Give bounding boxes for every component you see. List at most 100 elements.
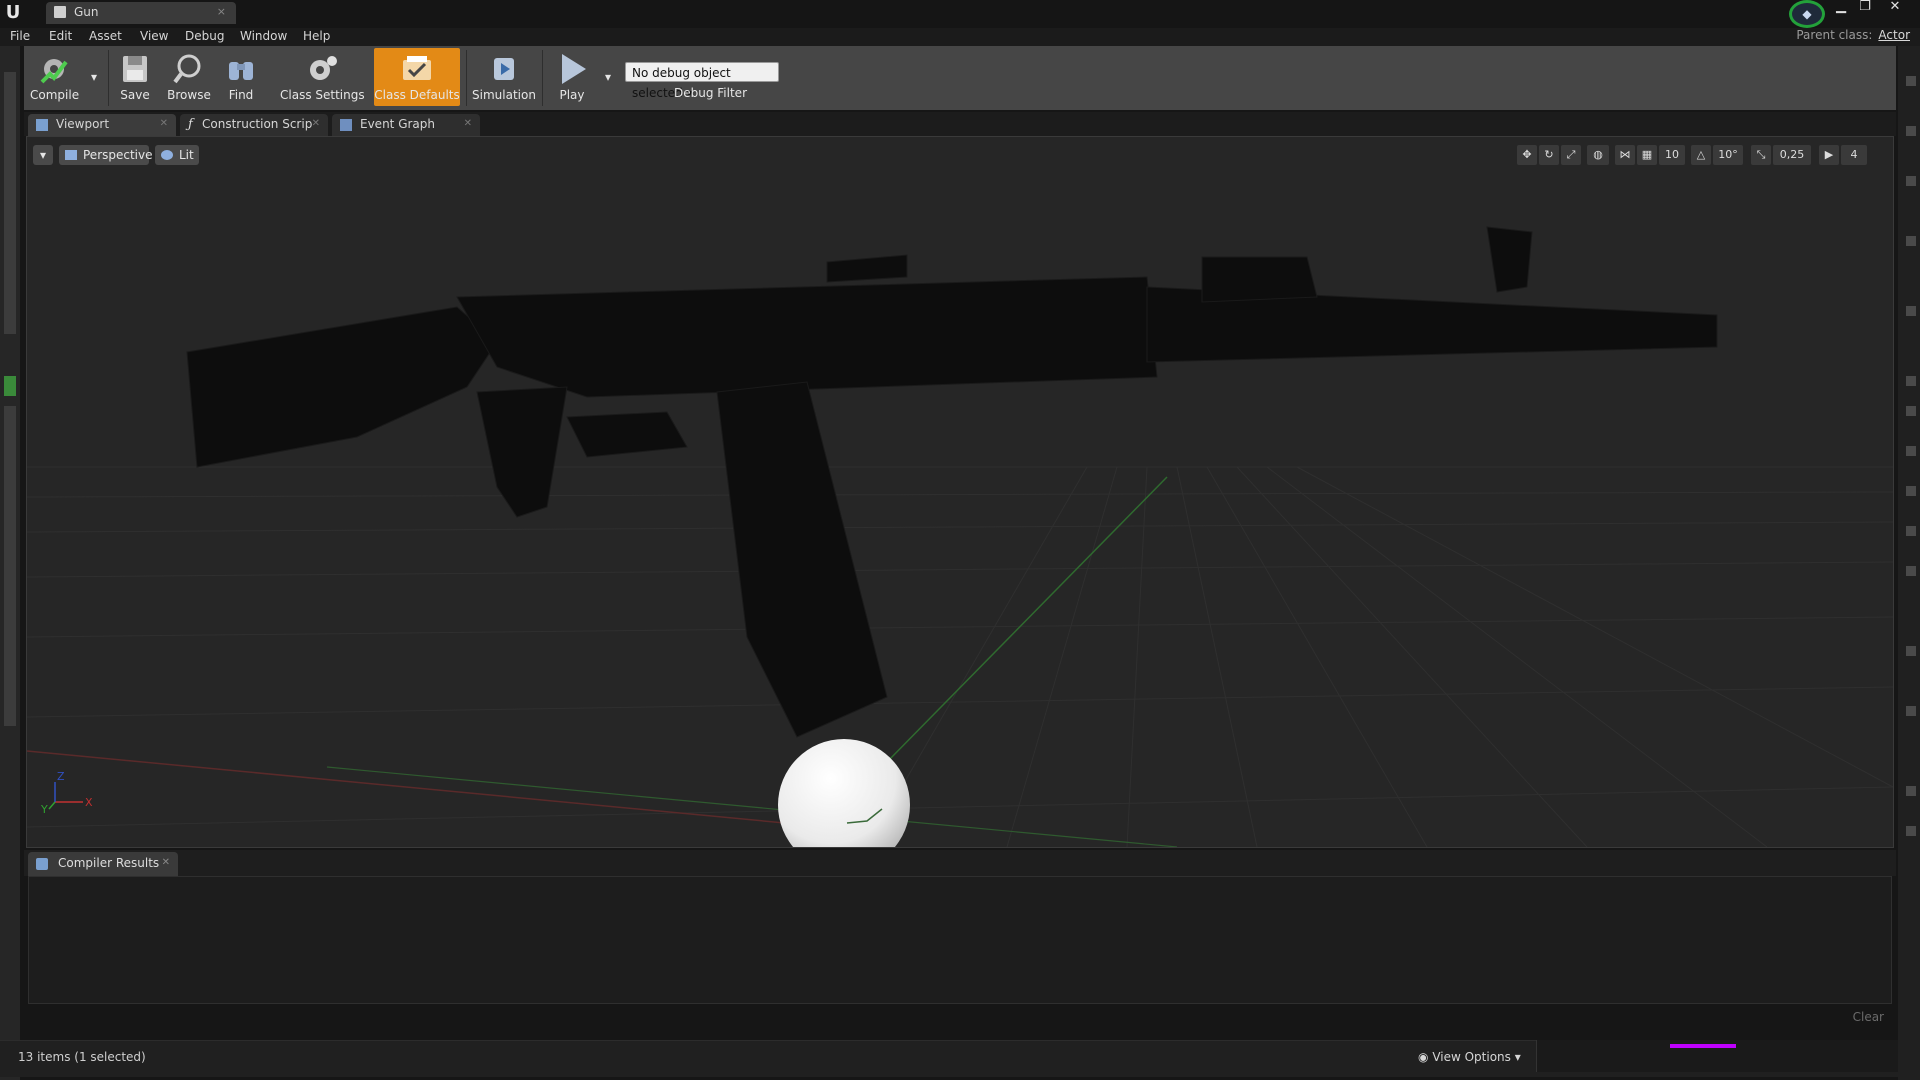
save-button[interactable]: Save bbox=[114, 48, 156, 106]
eye-icon: ◉ bbox=[1418, 1050, 1429, 1064]
details-checkbox[interactable] bbox=[1906, 786, 1916, 796]
camera-speed-icon[interactable]: ▶ bbox=[1819, 145, 1839, 165]
world-local-icon[interactable]: ◍ bbox=[1587, 145, 1609, 165]
view-options-button[interactable]: ◉ View Options ▾ bbox=[1418, 1050, 1521, 1064]
minimize-button[interactable]: ▁ bbox=[1828, 0, 1854, 16]
play-label: Play bbox=[559, 88, 585, 102]
details-checkbox[interactable] bbox=[1906, 126, 1916, 136]
tab-viewport-label: Viewport bbox=[56, 117, 110, 131]
axis-x-label: X bbox=[85, 796, 93, 809]
surface-snap-icon[interactable]: ⋈ bbox=[1615, 145, 1635, 165]
my-blueprint-panel-collapsed[interactable] bbox=[4, 406, 16, 726]
details-checkbox[interactable] bbox=[1906, 306, 1916, 316]
tab-construction-script[interactable]: ƒ Construction Scrip ✕ bbox=[180, 114, 328, 136]
details-checkbox[interactable] bbox=[1906, 406, 1916, 416]
details-checkbox[interactable] bbox=[1906, 706, 1916, 716]
close-tab-icon[interactable]: ✕ bbox=[464, 118, 472, 129]
search-icon[interactable] bbox=[1906, 76, 1916, 86]
close-window-button[interactable]: ✕ bbox=[1882, 0, 1908, 16]
find-button[interactable]: Find bbox=[220, 48, 262, 106]
compiler-results-label: Compiler Results bbox=[58, 856, 160, 870]
results-tab-row bbox=[24, 850, 1896, 876]
close-tab-icon[interactable]: ✕ bbox=[160, 118, 168, 129]
menu-asset[interactable]: Asset bbox=[89, 29, 122, 43]
scale-mode-icon[interactable]: ⤢ bbox=[1561, 145, 1581, 165]
title-bar bbox=[0, 0, 1920, 28]
toolbar-separator bbox=[542, 50, 543, 106]
details-checkbox[interactable] bbox=[1906, 646, 1916, 656]
browse-button[interactable]: Browse bbox=[164, 48, 214, 106]
toolbar-separator bbox=[108, 50, 109, 106]
grid-snap-value[interactable]: 10 bbox=[1659, 145, 1685, 165]
simulation-label: Simulation bbox=[472, 88, 536, 102]
maximize-button[interactable]: ❐ bbox=[1852, 0, 1878, 16]
perspective-button[interactable]: Perspective bbox=[59, 145, 153, 165]
scale-snap-icon[interactable]: ⤡ bbox=[1751, 145, 1771, 165]
menu-edit[interactable]: Edit bbox=[49, 29, 72, 43]
viewport[interactable]: X Z Y ▾ Perspective Lit ✥ ↻ ⤢ ◍ ⋈ ▦ 10 △… bbox=[26, 136, 1894, 848]
clear-button[interactable]: Clear bbox=[1853, 1010, 1884, 1024]
viewport-scene[interactable]: X Z Y bbox=[27, 137, 1893, 847]
menu-window[interactable]: Window bbox=[240, 29, 287, 43]
details-checkbox[interactable] bbox=[1906, 236, 1916, 246]
save-label: Save bbox=[120, 88, 150, 102]
details-checkbox[interactable] bbox=[1906, 526, 1916, 536]
close-tab-icon[interactable]: ✕ bbox=[162, 857, 170, 868]
menu-file[interactable]: File bbox=[10, 29, 30, 43]
source-control-button[interactable]: ◆ bbox=[1789, 0, 1825, 28]
tab-event-graph[interactable]: Event Graph ✕ bbox=[332, 114, 480, 136]
close-tab-icon[interactable]: ✕ bbox=[312, 118, 320, 129]
menu-help[interactable]: Help bbox=[303, 29, 330, 43]
toolbar: Compile ▾ Save Browse Find Class Setting… bbox=[24, 46, 1896, 110]
class-settings-button[interactable]: Class Settings bbox=[280, 48, 365, 106]
tab-compiler-results[interactable]: Compiler Results ✕ bbox=[28, 852, 178, 876]
compile-options-dropdown[interactable]: ▾ bbox=[86, 48, 102, 106]
details-checkbox[interactable] bbox=[1906, 486, 1916, 496]
lit-button[interactable]: Lit bbox=[155, 145, 199, 165]
menu-view[interactable]: View bbox=[140, 29, 168, 43]
simulation-button[interactable]: Simulation bbox=[472, 48, 536, 106]
rotation-snap-value[interactable]: 10° bbox=[1713, 145, 1743, 165]
parent-class-info: Parent class: Actor bbox=[1796, 28, 1910, 42]
class-defaults-button[interactable]: Class Defaults bbox=[374, 48, 460, 106]
find-label: Find bbox=[228, 88, 254, 102]
compiler-results-icon bbox=[36, 858, 48, 870]
play-button[interactable]: Play bbox=[548, 48, 596, 106]
details-checkbox[interactable] bbox=[1906, 566, 1916, 576]
chevron-down-icon: ▾ bbox=[604, 70, 612, 84]
rotate-mode-icon[interactable]: ↻ bbox=[1539, 145, 1559, 165]
components-panel-collapsed[interactable] bbox=[4, 72, 16, 334]
debug-object-select[interactable]: No debug object selected ▾ bbox=[625, 62, 779, 100]
parent-class-link[interactable]: Actor bbox=[1878, 28, 1910, 42]
axis-indicator: X Z Y bbox=[40, 770, 93, 816]
details-checkbox[interactable] bbox=[1906, 176, 1916, 186]
axis-y-label: Y bbox=[40, 803, 48, 816]
rifle-mesh[interactable] bbox=[186, 226, 1718, 738]
details-checkbox[interactable] bbox=[1906, 446, 1916, 456]
scale-snap-value[interactable]: 0,25 bbox=[1773, 145, 1811, 165]
document-tab-gun[interactable]: Gun × bbox=[46, 2, 236, 24]
sphere-mesh[interactable] bbox=[778, 739, 910, 847]
grid-snap-icon[interactable]: ▦ bbox=[1637, 145, 1657, 165]
rotation-snap-icon[interactable]: △ bbox=[1691, 145, 1711, 165]
menu-bar: File Edit Asset View Debug Window Help bbox=[0, 28, 1920, 46]
play-options-dropdown[interactable]: ▾ bbox=[600, 48, 616, 106]
perspective-icon bbox=[65, 150, 77, 160]
close-tab-icon[interactable]: × bbox=[217, 5, 226, 18]
compile-button[interactable]: Compile bbox=[30, 48, 79, 106]
axis-z-label: Z bbox=[57, 770, 65, 783]
play-icon bbox=[562, 54, 586, 84]
details-checkbox[interactable] bbox=[1906, 826, 1916, 836]
browse-magnifier-icon bbox=[173, 54, 201, 84]
floor-grid bbox=[27, 466, 1893, 847]
details-checkbox[interactable] bbox=[1906, 376, 1916, 386]
menu-debug[interactable]: Debug bbox=[185, 29, 224, 43]
add-component-icon[interactable] bbox=[4, 376, 16, 396]
save-icon bbox=[123, 56, 147, 82]
tab-viewport[interactable]: Viewport ✕ bbox=[28, 114, 176, 136]
items-count: 13 items (1 selected) bbox=[18, 1050, 146, 1064]
translate-mode-icon[interactable]: ✥ bbox=[1517, 145, 1537, 165]
camera-speed-value[interactable]: 4 bbox=[1841, 145, 1867, 165]
debug-filter-label: Debug Filter bbox=[674, 86, 747, 100]
viewport-options-dropdown[interactable]: ▾ bbox=[33, 145, 53, 165]
